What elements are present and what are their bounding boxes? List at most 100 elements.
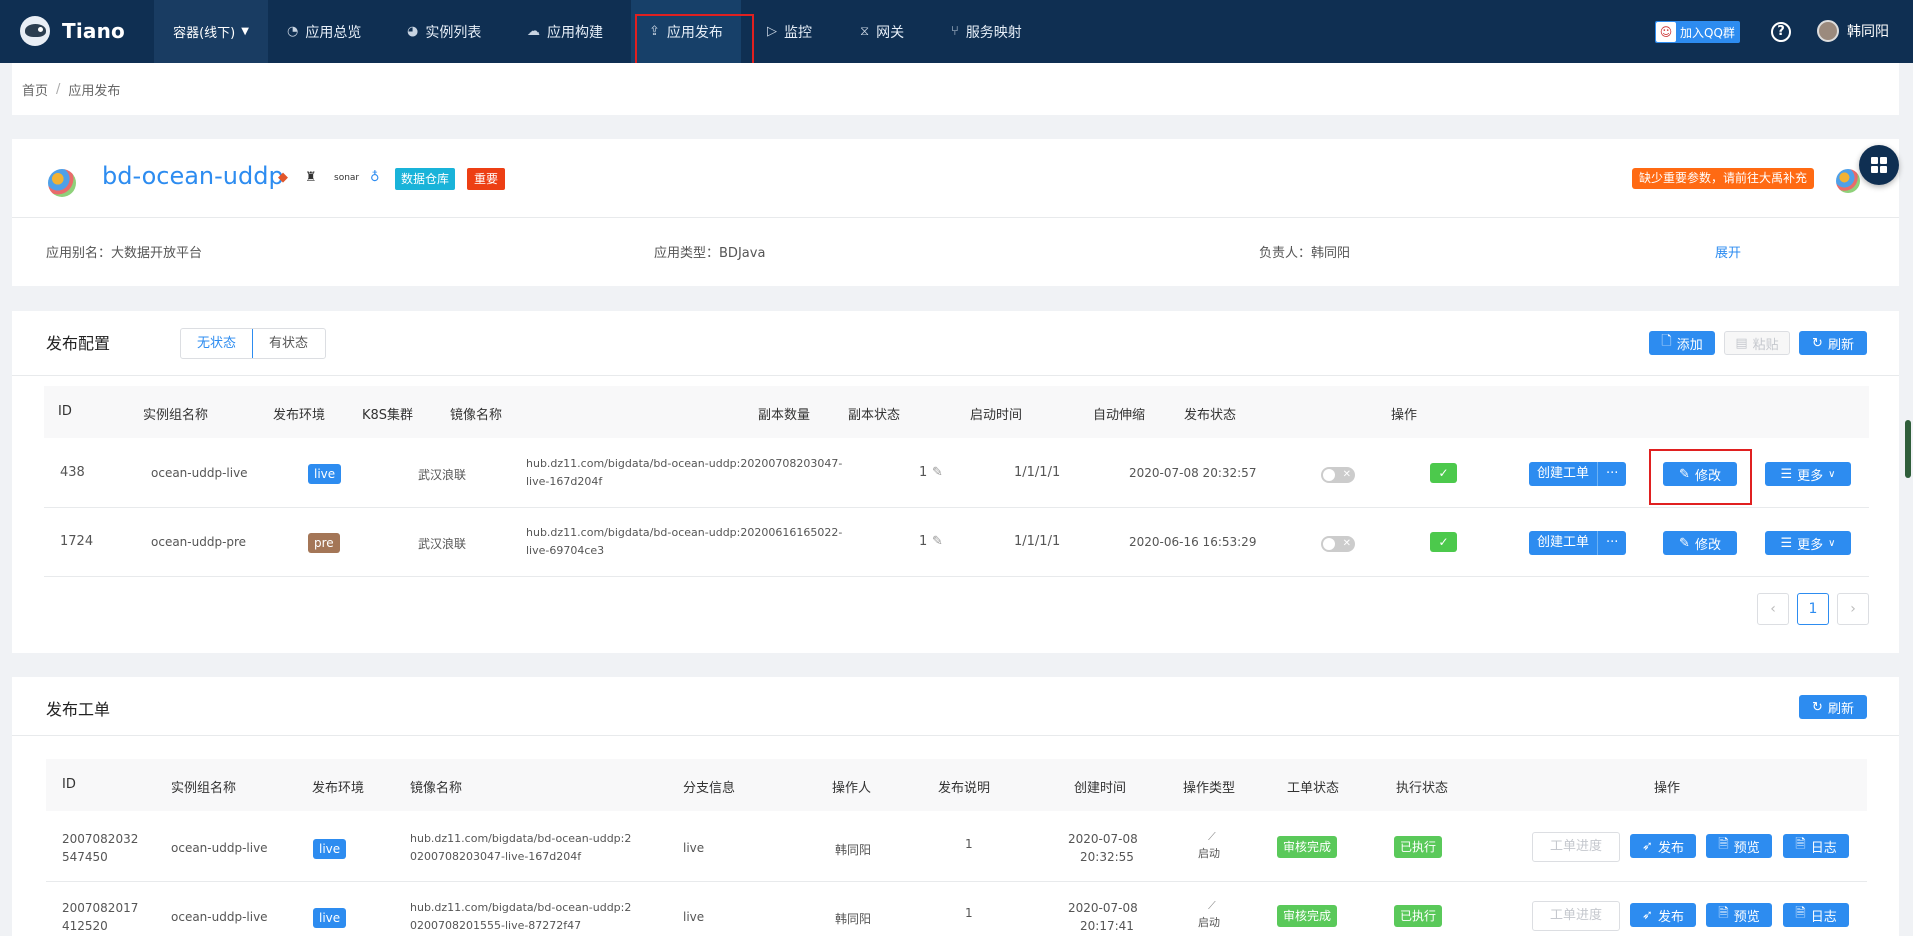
- autoscale-toggle[interactable]: [1321, 467, 1355, 483]
- paste-label: 粘贴: [1752, 337, 1779, 353]
- column-header: 发布环境: [312, 781, 365, 796]
- app-icon: [48, 169, 76, 197]
- add-button[interactable]: 🗋 添加: [1649, 331, 1715, 355]
- qq-label: 加入QQ群: [1680, 25, 1735, 40]
- preview-button[interactable]: 🗎 预览: [1706, 834, 1772, 858]
- order-status-badge: 审核完成: [1277, 905, 1338, 927]
- refresh-label: 刷新: [1827, 701, 1854, 717]
- jenkins-icon[interactable]: ♜: [305, 170, 317, 185]
- breadcrumb-separator: /: [56, 81, 61, 97]
- list-icon: ☰: [1780, 466, 1793, 482]
- column-header: 启动时间: [970, 408, 1023, 423]
- row-replicas: 1: [919, 534, 928, 549]
- row-start-time: 2020-06-16 16:53:29: [1129, 535, 1257, 549]
- column-header: 操作: [1654, 781, 1681, 796]
- nav-label: 实例列表: [425, 24, 482, 41]
- tag-data-warehouse: 数据仓库: [395, 168, 456, 190]
- refresh-button[interactable]: ↻ 刷新: [1799, 331, 1867, 355]
- context-dropdown[interactable]: 容器(线下) ▼: [154, 0, 268, 63]
- more-dots-button[interactable]: ···: [1597, 531, 1627, 555]
- avatar: [1817, 20, 1839, 42]
- document-icon: 🗎: [1718, 837, 1729, 852]
- gitlab-icon[interactable]: ◆: [278, 170, 288, 185]
- row-group: ocean-uddp-live: [151, 466, 248, 480]
- edit-button[interactable]: ✎ 修改: [1663, 531, 1737, 555]
- log-button[interactable]: 🗎 日志: [1783, 834, 1849, 858]
- next-page-button[interactable]: ›: [1837, 593, 1869, 625]
- rocket-icon: ⟋: [1208, 899, 1216, 912]
- stateless-tab[interactable]: 无状态: [181, 329, 253, 358]
- paste-button[interactable]: ▤ 粘贴: [1724, 331, 1790, 355]
- create-order-split-button[interactable]: 创建工单 ···: [1529, 462, 1627, 486]
- more-label: 更多: [1797, 537, 1824, 553]
- nav-app-overview[interactable]: ◔ 应用总览: [287, 0, 361, 63]
- order-group: ocean-uddp-live: [171, 841, 268, 855]
- order-operator: 韩同阳: [835, 912, 872, 926]
- scrollbar-thumb[interactable]: [1905, 420, 1911, 478]
- order-time: 20:32:55: [1080, 850, 1134, 864]
- column-header: 执行状态: [1396, 781, 1449, 796]
- log-label: 日志: [1810, 909, 1837, 925]
- more-dropdown-button[interactable]: ☰ 更多 ∨: [1765, 531, 1851, 555]
- expand-link[interactable]: 展开: [1715, 242, 1741, 261]
- create-order-button[interactable]: 创建工单: [1529, 462, 1598, 486]
- sonar-icon[interactable]: sonar: [334, 173, 359, 183]
- hourglass-icon: ⧖: [860, 24, 870, 39]
- page-number-button[interactable]: 1: [1797, 593, 1829, 625]
- create-order-split-button[interactable]: 创建工单 ···: [1529, 531, 1627, 555]
- order-branch: live: [683, 841, 705, 855]
- order-desc: 1: [965, 906, 973, 920]
- app-icon-small: [1836, 169, 1860, 193]
- autoscale-toggle[interactable]: [1321, 536, 1355, 552]
- nav-app-build[interactable]: ☁ 应用构建: [527, 0, 603, 63]
- column-header: K8S集群: [362, 408, 414, 423]
- grid-menu-button[interactable]: [1859, 145, 1899, 185]
- nav-service-mapping[interactable]: ⑂ 服务映射: [951, 0, 1022, 63]
- edit-pencil-icon[interactable]: ✎: [932, 534, 943, 549]
- lightbulb-icon[interactable]: ♁: [370, 170, 380, 185]
- user-menu[interactable]: 韩同阳: [1817, 20, 1889, 42]
- nav-label: 应用总览: [305, 24, 362, 41]
- tag-important: 重要: [467, 168, 506, 190]
- row-divider: [46, 881, 1867, 882]
- nav-monitor[interactable]: ▷ 监控: [767, 0, 812, 63]
- edit-pencil-icon[interactable]: ✎: [932, 465, 943, 480]
- column-header: 操作类型: [1183, 781, 1236, 796]
- logo[interactable]: Tiano: [20, 16, 125, 46]
- help-icon[interactable]: ?: [1771, 22, 1791, 42]
- log-button[interactable]: 🗎 日志: [1783, 903, 1849, 927]
- order-progress-button[interactable]: 工单进度: [1532, 901, 1620, 931]
- row-group: ocean-uddp-pre: [151, 535, 247, 549]
- nav-label: 应用构建: [547, 24, 603, 41]
- column-header: 镜像名称: [410, 781, 463, 796]
- more-dropdown-button[interactable]: ☰ 更多 ∨: [1765, 462, 1851, 486]
- preview-button[interactable]: 🗎 预览: [1706, 903, 1772, 927]
- stateful-tab[interactable]: 有状态: [252, 329, 325, 358]
- create-order-button[interactable]: 创建工单: [1529, 531, 1598, 555]
- rocket-icon: ➶: [1642, 907, 1653, 923]
- edit-label: 修改: [1694, 537, 1721, 553]
- breadcrumb-home[interactable]: 首页: [22, 80, 48, 99]
- fork-icon: ⑂: [951, 24, 959, 39]
- app-info-card: bd-ocean-uddp ◆ ♜ sonar ♁ 数据仓库 重要 缺少重要参数…: [12, 139, 1899, 286]
- refresh-button[interactable]: ↻ 刷新: [1799, 695, 1867, 719]
- release-config-card: 发布配置 无状态 有状态 🗋 添加 ▤ 粘贴 ↻ 刷新 ID 实例组名称 发布环境 K…: [12, 311, 1899, 653]
- order-progress-button[interactable]: 工单进度: [1532, 832, 1620, 862]
- join-qq-button[interactable]: ☺ 加入QQ群: [1655, 21, 1740, 43]
- order-status-badge: 审核完成: [1277, 836, 1338, 858]
- nav-instance-list[interactable]: ◕ 实例列表: [407, 0, 481, 63]
- prev-page-button[interactable]: ‹: [1757, 593, 1789, 625]
- alias-value: 大数据开放平台: [111, 246, 203, 261]
- nav-app-release[interactable]: ⇪ 应用发布: [631, 0, 741, 63]
- nav-gateway[interactable]: ⧖ 网关: [860, 0, 904, 63]
- publish-button[interactable]: ➶ 发布: [1630, 903, 1696, 927]
- column-header: 自动伸缩: [1093, 408, 1146, 423]
- order-optype: 启动: [1198, 916, 1220, 929]
- edit-button[interactable]: ✎ 修改: [1663, 462, 1737, 486]
- publish-button[interactable]: ➶ 发布: [1630, 834, 1696, 858]
- dashboard-icon: ◔: [287, 24, 299, 39]
- divider: [12, 735, 1899, 736]
- missing-params-warning[interactable]: 缺少重要参数，请前往大禹补充: [1632, 168, 1815, 189]
- more-dots-button[interactable]: ···: [1597, 462, 1627, 486]
- column-header: 分支信息: [683, 781, 736, 796]
